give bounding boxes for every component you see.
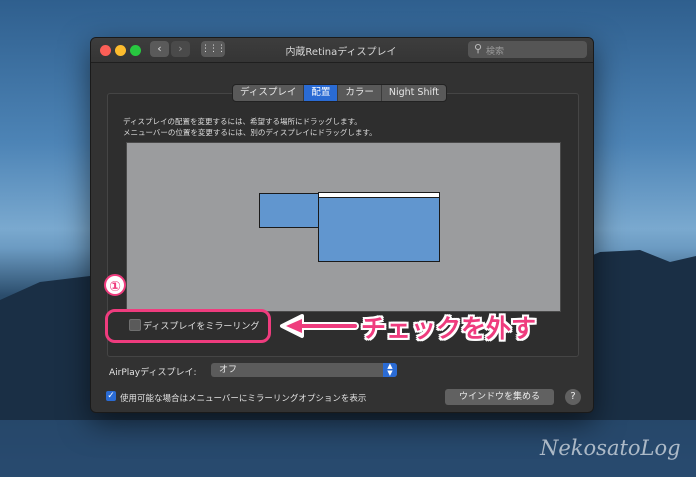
callout-arrow — [280, 314, 359, 338]
callout-text: チェックを外す — [361, 314, 537, 343]
desktop: { "window": { "title": "内蔵Retinaディスプレイ",… — [0, 0, 696, 477]
watermark: NekosatoLog — [540, 436, 681, 460]
